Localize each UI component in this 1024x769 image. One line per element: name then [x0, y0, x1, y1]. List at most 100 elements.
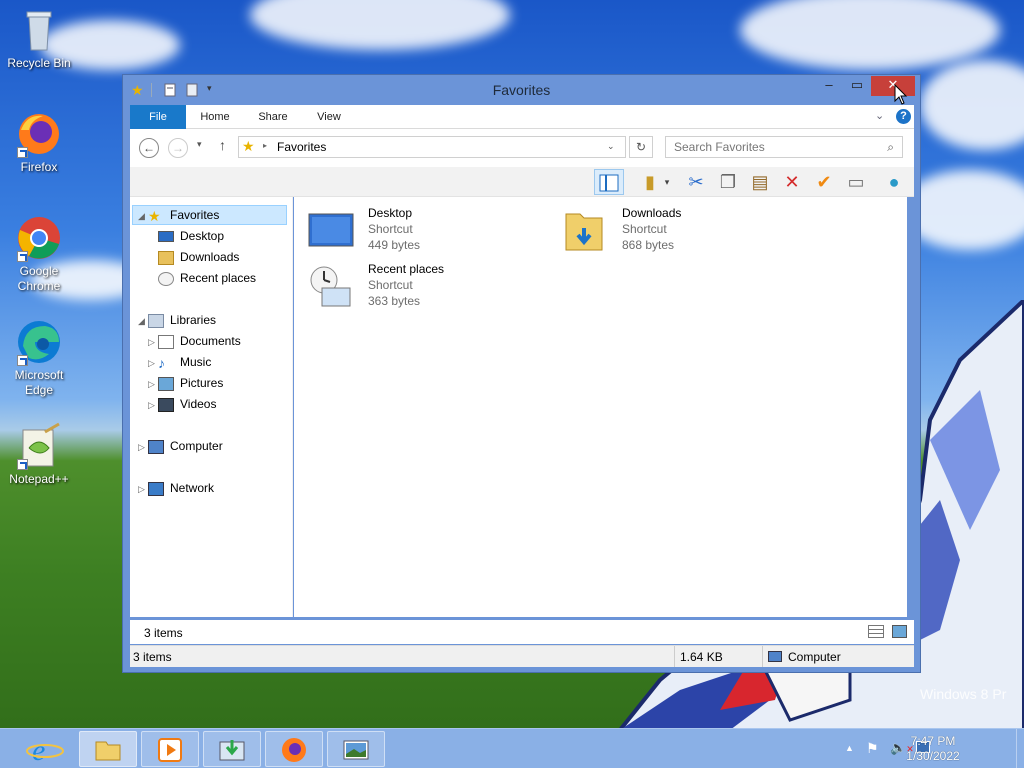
nav-label: Desktop: [180, 229, 225, 243]
globe-icon[interactable]: ●: [880, 169, 908, 195]
cut-icon[interactable]: ✂: [682, 169, 710, 195]
search-box[interactable]: Search Favorites ⌕: [665, 136, 903, 158]
nav-label: Recent places: [180, 271, 257, 285]
clock-date: 1/30/2022: [906, 749, 960, 763]
expand-icon[interactable]: ▷: [138, 479, 148, 499]
nav-item-libraries[interactable]: ◢ Libraries: [138, 310, 216, 330]
clock-time: 7:47 PM: [910, 734, 956, 748]
address-bar[interactable]: ★ ▸ Favorites ⌄: [238, 136, 626, 158]
documents-icon: [158, 334, 174, 349]
show-desktop-button[interactable]: [1016, 729, 1024, 769]
minimize-button[interactable]: –: [815, 76, 843, 96]
collapse-icon[interactable]: ◢: [138, 311, 148, 331]
tab-view[interactable]: View: [304, 105, 354, 129]
large-icons-view-icon[interactable]: [892, 625, 907, 638]
show-hidden-icons-icon[interactable]: ▲: [845, 743, 854, 753]
expand-icon[interactable]: ▷: [148, 353, 158, 373]
back-button[interactable]: ←: [139, 138, 159, 158]
desktop-icon-label: Recycle Bin: [7, 56, 71, 70]
expand-icon[interactable]: ▷: [148, 332, 158, 352]
download-app-taskbar-button[interactable]: [203, 731, 261, 767]
desktop-icon-chrome[interactable]: Google Chrome: [4, 214, 74, 294]
recent-places-shortcut-icon: [308, 264, 354, 308]
tab-file[interactable]: File: [130, 105, 186, 129]
search-input[interactable]: Search Favorites: [674, 140, 765, 154]
file-item-downloads[interactable]: Downloads Shortcut 868 bytes: [562, 206, 802, 258]
up-button[interactable]: ↑: [219, 137, 226, 153]
nav-item-music[interactable]: ▷ ♪ Music: [148, 352, 211, 372]
expand-ribbon-icon[interactable]: ⌄: [875, 109, 884, 122]
expand-icon[interactable]: ▷: [148, 374, 158, 394]
forward-button[interactable]: →: [168, 138, 188, 158]
address-dropdown-icon[interactable]: ⌄: [607, 141, 615, 152]
desktop-icon-notepadpp[interactable]: Notepad++: [4, 422, 74, 487]
action-center-flag-icon[interactable]: ⚑: [866, 740, 879, 757]
nav-item-favorites[interactable]: ◢ ★ Favorites: [138, 205, 219, 225]
file-type: Shortcut: [368, 278, 413, 292]
computer-icon: [768, 651, 782, 662]
paste-icon[interactable]: ▤: [746, 169, 774, 195]
options-dropdown-icon[interactable]: ▾: [660, 169, 674, 195]
expand-icon[interactable]: ▷: [138, 437, 148, 457]
close-button[interactable]: ✕: [871, 76, 915, 96]
nav-label: Network: [170, 481, 215, 495]
copy-icon[interactable]: ❐: [714, 169, 742, 195]
file-item-desktop[interactable]: Desktop Shortcut 449 bytes: [308, 206, 548, 258]
nav-label: Downloads: [180, 250, 240, 264]
file-size: 363 bytes: [368, 294, 421, 308]
downloads-icon: [158, 250, 174, 265]
cloud: [250, 0, 510, 50]
search-icon[interactable]: ⌕: [887, 140, 894, 155]
download-app-icon: [219, 740, 245, 761]
mouse-cursor-icon: [894, 84, 908, 105]
desktop-icon-firefox[interactable]: Firefox: [4, 110, 74, 175]
nav-item-computer[interactable]: ▷ Computer: [138, 436, 223, 456]
nav-item-network[interactable]: ▷ Network: [138, 478, 214, 498]
shortcut-arrow-icon: [17, 355, 28, 366]
firefox-taskbar-button[interactable]: [265, 731, 323, 767]
network-icon: [148, 481, 164, 496]
nav-item-downloads[interactable]: Downloads: [158, 247, 239, 267]
desktop-icon-recycle-bin[interactable]: Recycle Bin: [4, 6, 74, 71]
desktop-icon-label: Microsoft Edge: [14, 368, 64, 397]
desktop-icon-edge[interactable]: Microsoft Edge: [4, 318, 74, 398]
nav-label: Favorites: [170, 208, 220, 222]
delete-icon[interactable]: ✕: [778, 169, 806, 195]
nav-item-desktop[interactable]: Desktop: [158, 226, 224, 246]
rename-icon[interactable]: ▭: [842, 169, 870, 195]
firefox-icon: [15, 110, 63, 158]
nav-item-recent-places[interactable]: Recent places: [158, 268, 256, 288]
svg-text:e: e: [32, 734, 45, 765]
maximize-button[interactable]: ▭: [843, 76, 871, 96]
nav-item-documents[interactable]: ▷ Documents: [148, 331, 241, 351]
nav-item-pictures[interactable]: ▷ Pictures: [148, 373, 223, 393]
collapse-icon[interactable]: ◢: [138, 206, 148, 226]
preview-pane-button[interactable]: [594, 169, 624, 195]
nav-label: Videos: [180, 397, 217, 411]
window-title: Favorites: [492, 82, 551, 98]
breadcrumb-chevron-icon[interactable]: ▸: [263, 141, 267, 150]
refresh-button[interactable]: ↻: [629, 136, 653, 158]
tab-home[interactable]: Home: [190, 105, 240, 129]
shortcut-arrow-icon: [17, 251, 28, 262]
select-all-icon[interactable]: ✔: [810, 169, 838, 195]
recent-locations-icon[interactable]: ▾: [197, 139, 202, 150]
title-bar[interactable]: ★ ▾ Favorites – ▭ ✕: [123, 75, 920, 105]
internet-explorer-taskbar-button[interactable]: e: [18, 733, 72, 767]
address-path[interactable]: Favorites: [277, 140, 326, 154]
clock[interactable]: 7:47 PM 1/30/2022: [898, 734, 968, 764]
nav-label: Libraries: [170, 313, 217, 327]
photo-viewer-taskbar-button[interactable]: [327, 731, 385, 767]
nav-item-videos[interactable]: ▷ Videos: [148, 394, 216, 414]
status-bar: 3 items 1.64 KB Computer: [130, 645, 914, 667]
nav-label: Music: [180, 355, 212, 369]
nav-label: Documents: [180, 334, 241, 348]
media-player-taskbar-button[interactable]: [141, 731, 199, 767]
file-explorer-taskbar-button[interactable]: [79, 731, 137, 767]
tab-share[interactable]: Share: [248, 105, 298, 129]
nav-label: Pictures: [180, 376, 224, 390]
file-item-recent-places[interactable]: Recent places Shortcut 363 bytes: [308, 262, 548, 314]
details-view-icon[interactable]: [868, 625, 884, 638]
help-icon[interactable]: ?: [896, 109, 911, 124]
expand-icon[interactable]: ▷: [148, 395, 158, 415]
